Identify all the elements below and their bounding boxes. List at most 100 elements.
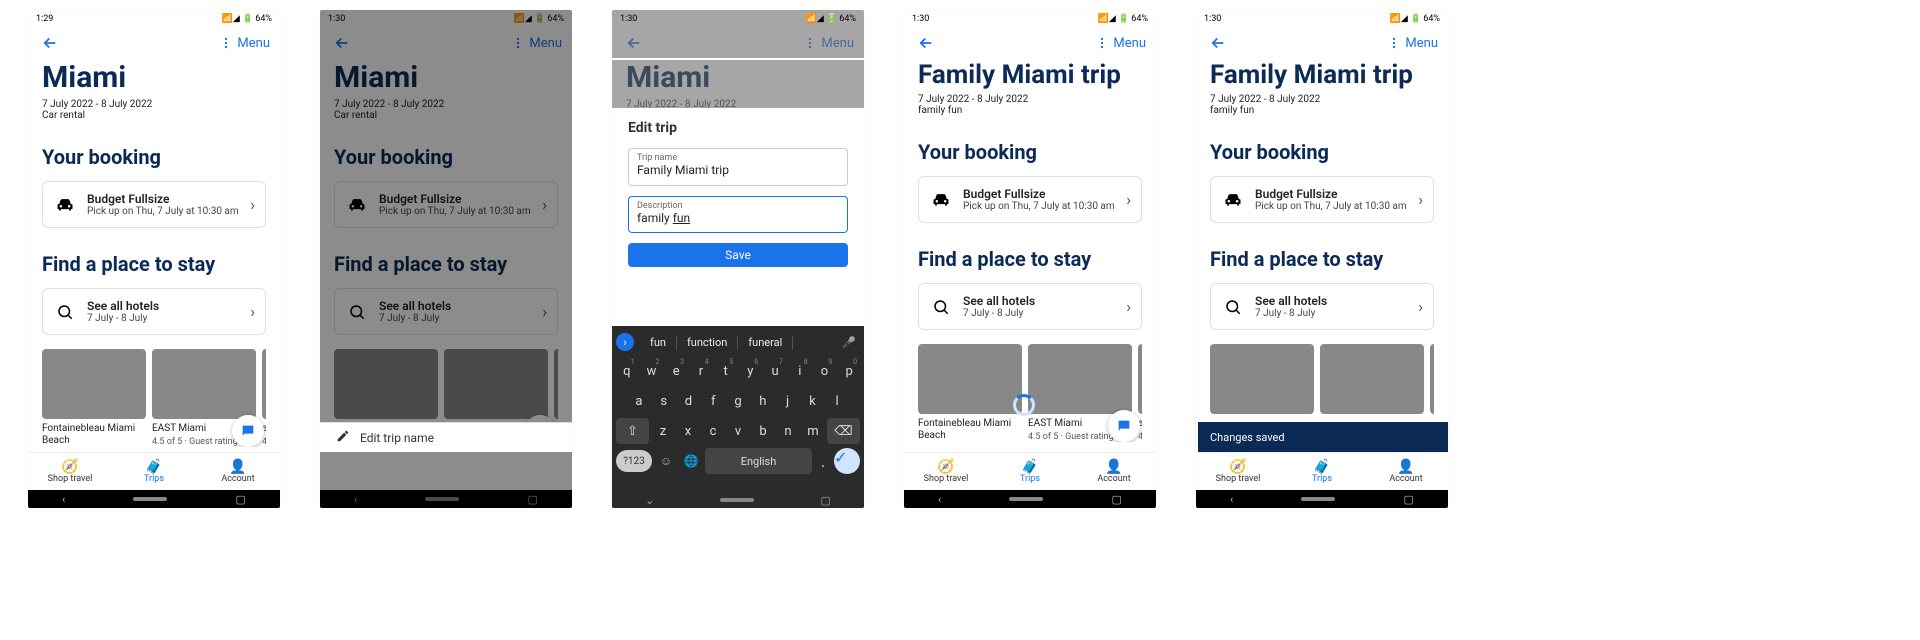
booking-card[interactable]: Budget FullsizePick up on Thu, 7 July at…	[918, 176, 1142, 223]
section-booking: Your booking	[42, 145, 266, 169]
hotels-card[interactable]: See all hotels7 July - 8 July ›	[1210, 283, 1434, 330]
hotels-card[interactable]: See all hotels7 July - 8 July ›	[918, 283, 1142, 330]
nav-back-icon[interactable]: ‹	[938, 493, 941, 506]
key[interactable]: e	[665, 358, 687, 384]
menu-button[interactable]: Menu	[803, 36, 854, 51]
hotel-carousel[interactable]: Fontainebleau Miami Beach EAST Miami4.5 …	[918, 344, 1142, 442]
key[interactable]: k	[801, 388, 823, 414]
hotel-carousel[interactable]: Fontainebleau Miami Beach EAST Miami 4.5…	[42, 349, 266, 447]
chevron-right-icon[interactable]: ›	[616, 333, 634, 351]
status-right: 📶◢ 🔋64%	[1390, 14, 1440, 24]
search-icon	[53, 303, 77, 321]
key[interactable]: w	[641, 358, 663, 384]
key[interactable]: b	[752, 418, 774, 444]
key[interactable]: c	[702, 418, 724, 444]
nav-back-icon[interactable]: ‹	[1230, 493, 1233, 506]
nav-recent-icon[interactable]: ▢	[1404, 493, 1414, 506]
chat-fab[interactable]	[1108, 410, 1140, 442]
booking-card[interactable]: Budget FullsizePick up on Thu, 7 July at…	[1210, 176, 1434, 223]
nav-shop-travel[interactable]: 🧭Shop travel	[1196, 453, 1280, 490]
symbols-key[interactable]: ?123	[616, 450, 652, 472]
nav-shop-travel[interactable]: 🧭Shop travel	[904, 453, 988, 490]
key[interactable]: u	[764, 358, 786, 384]
screen-trip-saved-toast: 1:30 📶◢ 🔋64% Menu Family Miami trip 7 Ju…	[1196, 10, 1448, 508]
trip-subtitle: family fun	[1210, 105, 1434, 116]
trip-name-field[interactable]: Trip name Family Miami trip	[628, 148, 848, 186]
screen-edit-trip: 1:30 📶◢ 🔋64% Menu Miami 7 July 2022 - 8 …	[612, 10, 864, 508]
suggestion[interactable]: funeral	[738, 336, 793, 349]
nav-back-icon[interactable]: ‹	[62, 493, 65, 506]
save-button[interactable]: Save	[628, 243, 848, 267]
key[interactable]: q	[616, 358, 638, 384]
key[interactable]: h	[752, 388, 774, 414]
hotels-card[interactable]: See all hotels 7 July - 8 July ›	[42, 288, 266, 335]
back-icon[interactable]	[622, 31, 646, 55]
soft-keyboard[interactable]: › fun function funeral 🎤 qwertyuiop asdf…	[612, 326, 864, 508]
menu-button[interactable]: Menu	[1095, 36, 1146, 51]
key[interactable]: a	[628, 388, 650, 414]
key[interactable]: i	[789, 358, 811, 384]
key[interactable]: d	[678, 388, 700, 414]
back-icon[interactable]	[1206, 31, 1230, 55]
globe-key[interactable]: 🌐	[680, 450, 702, 472]
nav-account[interactable]: 👤Account	[1364, 453, 1448, 490]
key[interactable]: p	[838, 358, 860, 384]
nav-home-pill[interactable]	[133, 497, 167, 501]
page-title: Family Miami trip	[918, 60, 1142, 90]
key[interactable]: r	[690, 358, 712, 384]
emoji-key[interactable]: ☺	[655, 450, 677, 472]
snackbar: Changes saved	[1198, 422, 1448, 452]
back-icon[interactable]	[914, 31, 938, 55]
booking-card[interactable]: Budget Fullsize Pick up on Thu, 7 July a…	[42, 181, 266, 228]
key[interactable]: x	[677, 418, 699, 444]
nav-account[interactable]: 👤Account	[1072, 453, 1156, 490]
nav-account[interactable]: 👤Account	[196, 453, 280, 490]
key[interactable]: z	[652, 418, 674, 444]
nav-home-pill[interactable]	[1301, 497, 1335, 501]
nav-trips[interactable]: 🧳Trips	[988, 453, 1072, 490]
key[interactable]: s	[653, 388, 675, 414]
key[interactable]: j	[777, 388, 799, 414]
mic-icon[interactable]: 🎤	[838, 336, 860, 349]
key[interactable]: v	[727, 418, 749, 444]
bottom-nav: 🧭Shop travel 🧳Trips 👤Account	[28, 452, 280, 490]
nav-recent-icon[interactable]: ▢	[236, 493, 246, 506]
keyboard-hide-icon[interactable]: ⌄	[645, 494, 654, 507]
key[interactable]: g	[727, 388, 749, 414]
nav-trips[interactable]: 🧳Trips	[112, 453, 196, 490]
nav-recent-icon[interactable]: ▢	[1112, 493, 1122, 506]
period-key[interactable]: .	[815, 452, 831, 471]
suggestion[interactable]: function	[677, 336, 738, 349]
hotel-image	[42, 349, 146, 419]
hotels-title: See all hotels	[87, 299, 159, 313]
back-icon[interactable]	[38, 31, 62, 55]
space-key[interactable]: English	[705, 448, 812, 474]
key[interactable]: t	[715, 358, 737, 384]
key[interactable]: l	[826, 388, 848, 414]
suggestion[interactable]: fun	[640, 336, 677, 349]
status-right: 📶◢ 🔋64%	[806, 14, 856, 24]
hotel-item[interactable]: Fontainebleau Miami Beach	[42, 349, 146, 447]
chat-fab[interactable]	[232, 415, 264, 447]
key[interactable]: f	[702, 388, 724, 414]
car-icon	[53, 195, 77, 215]
shift-key[interactable]: ⇧	[616, 418, 649, 444]
menu-button[interactable]: Menu	[219, 36, 270, 51]
key[interactable]: n	[777, 418, 799, 444]
nav-recent-icon[interactable]: ▢	[821, 494, 831, 507]
key[interactable]: m	[802, 418, 824, 444]
done-key[interactable]: ✓	[834, 448, 860, 474]
key[interactable]: y	[740, 358, 762, 384]
android-nav: ‹ ▢	[904, 490, 1156, 508]
nav-shop-travel[interactable]: 🧭Shop travel	[28, 453, 112, 490]
key[interactable]: o	[814, 358, 836, 384]
backspace-key[interactable]: ⌫	[827, 418, 860, 444]
nav-trips[interactable]: 🧳Trips	[1280, 453, 1364, 490]
hotel-carousel[interactable]	[1210, 344, 1434, 414]
edit-trip-name-button[interactable]: Edit trip name	[360, 431, 434, 445]
top-bar: Menu	[904, 28, 1156, 58]
nav-home-pill[interactable]	[720, 498, 754, 502]
description-field[interactable]: Description family fun	[628, 196, 848, 234]
menu-button[interactable]: Menu	[1387, 36, 1438, 51]
nav-home-pill[interactable]	[1009, 497, 1043, 501]
